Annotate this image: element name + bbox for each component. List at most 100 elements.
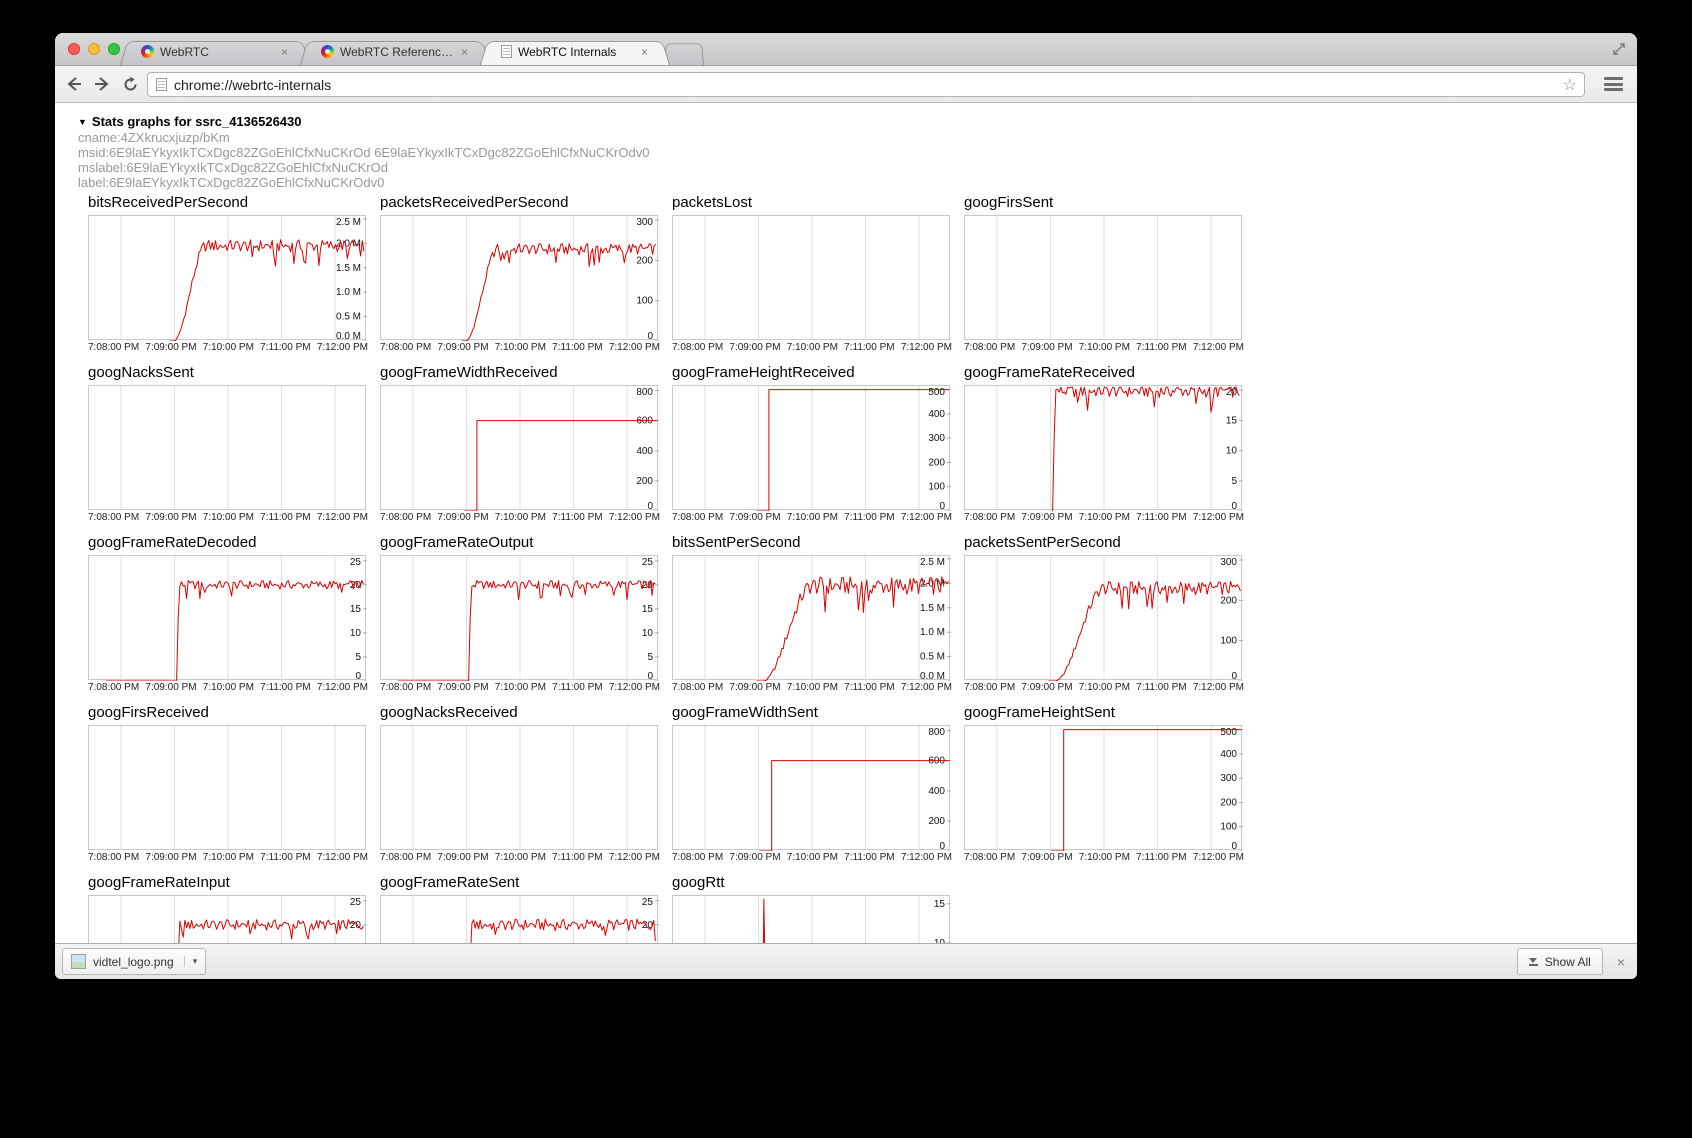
x-axis-tick-label: 7:10:00 PM [495, 852, 546, 863]
x-axis-tick-label: 7:12:00 PM [901, 852, 952, 863]
webrtc-favicon [321, 45, 334, 58]
chart-title: googNacksSent [88, 364, 380, 382]
svg-text:25: 25 [642, 557, 654, 568]
svg-text:600: 600 [636, 416, 653, 427]
chrome-menu-icon[interactable] [1604, 77, 1623, 91]
svg-text:15: 15 [350, 604, 362, 615]
chart-canvas: 20151050 [964, 385, 1242, 510]
x-axis-tick-label: 7:10:00 PM [203, 342, 254, 353]
download-arrow-icon [1529, 958, 1538, 966]
x-axis-tick-label: 7:08:00 PM [964, 682, 1015, 693]
svg-text:0: 0 [647, 671, 653, 681]
svg-text:0.0 M: 0.0 M [336, 331, 361, 341]
svg-text:0: 0 [647, 331, 653, 341]
tab-close-icon[interactable]: × [280, 46, 289, 58]
svg-text:1.5 M: 1.5 M [920, 603, 945, 614]
svg-text:200: 200 [636, 255, 653, 266]
x-axis-tick-label: 7:08:00 PM [964, 512, 1015, 523]
svg-text:300: 300 [1220, 557, 1237, 568]
x-axis-tick-label: 7:10:00 PM [203, 512, 254, 523]
chart-canvas [88, 385, 366, 510]
zoom-window-button[interactable] [108, 43, 120, 55]
x-axis-labels: 7:08:00 PM7:09:00 PM7:10:00 PM7:11:00 PM… [672, 852, 952, 863]
x-axis-tick-label: 7:09:00 PM [1021, 342, 1072, 353]
svg-text:100: 100 [1220, 822, 1237, 833]
webrtc-favicon [141, 45, 154, 58]
x-axis-tick-label: 7:10:00 PM [495, 342, 546, 353]
stats-title: Stats graphs for ssrc_4136526430 [92, 114, 302, 129]
x-axis-tick-label: 7:10:00 PM [1079, 852, 1130, 863]
back-button[interactable] [63, 73, 85, 95]
x-axis-tick-label: 7:10:00 PM [787, 512, 838, 523]
svg-text:200: 200 [1220, 595, 1237, 606]
x-axis-tick-label: 7:08:00 PM [672, 682, 723, 693]
x-axis-tick-label: 7:12:00 PM [317, 682, 368, 693]
tab-webrtc[interactable]: WebRTC × [127, 38, 303, 65]
x-axis-tick-label: 7:11:00 PM [260, 512, 310, 523]
chart-title: googNacksReceived [380, 704, 672, 722]
x-axis-tick-label: 7:12:00 PM [609, 682, 660, 693]
charts-grid: bitsReceivedPerSecond 2.5 M2.0 M1.5 M1.0… [55, 194, 1637, 943]
chart-canvas: 3002001000 [964, 555, 1242, 680]
close-window-button[interactable] [68, 43, 80, 55]
chart-googFrameRateSent: googFrameRateSent 2520151050 7:08:00 PM7… [380, 874, 672, 943]
svg-text:300: 300 [1220, 773, 1237, 784]
chart-googRtt: googRtt 151050 7:08:00 PM7:09:00 PM7:10:… [672, 874, 964, 943]
minimize-window-button[interactable] [88, 43, 100, 55]
reload-button[interactable] [119, 73, 141, 95]
chart-googFirsReceived: googFirsReceived 7:08:00 PM7:09:00 PM7:1… [88, 704, 380, 863]
svg-text:0: 0 [647, 501, 653, 511]
tab-webrtc-internals[interactable]: WebRTC Internals × [487, 38, 663, 65]
chart-title: googFrameRateSent [380, 874, 672, 892]
chart-title: googFrameHeightReceived [672, 364, 964, 382]
x-axis-tick-label: 7:09:00 PM [437, 682, 488, 693]
tab-webrtc-reference-app[interactable]: WebRTC Reference App × [307, 38, 483, 65]
x-axis-tick-label: 7:11:00 PM [844, 682, 894, 693]
x-axis-tick-label: 7:09:00 PM [1021, 512, 1072, 523]
x-axis-tick-label: 7:08:00 PM [380, 682, 431, 693]
url-text[interactable]: chrome://webrtc-internals [174, 77, 331, 93]
x-axis-tick-label: 7:09:00 PM [437, 852, 488, 863]
downloads-bar-right: Show All × [1517, 948, 1625, 975]
bookmark-star-icon[interactable]: ☆ [1563, 75, 1577, 95]
chart-canvas: 2520151050 [88, 555, 366, 680]
x-axis-tick-label: 7:11:00 PM [844, 512, 894, 523]
x-axis-tick-label: 7:09:00 PM [437, 342, 488, 353]
svg-text:0.5 M: 0.5 M [920, 652, 945, 663]
x-axis-tick-label: 7:12:00 PM [317, 512, 368, 523]
svg-text:25: 25 [350, 557, 362, 568]
downloads-close-icon[interactable]: × [1617, 955, 1625, 969]
chart-title: googFrameRateReceived [964, 364, 1256, 382]
forward-button[interactable] [91, 73, 113, 95]
ssrc-mslabel: mslabel:6E9laEYkyxIkTCxDgc82ZGoEhlCfxNuC… [78, 160, 1637, 175]
x-axis-labels: 7:08:00 PM7:09:00 PM7:10:00 PM7:11:00 PM… [88, 512, 368, 523]
tab-close-icon[interactable]: × [640, 46, 649, 58]
fullscreen-icon[interactable] [1611, 41, 1627, 57]
x-axis-tick-label: 7:09:00 PM [1021, 852, 1072, 863]
svg-text:0: 0 [939, 841, 945, 851]
chart-title: packetsSentPerSecond [964, 534, 1256, 552]
chart-title: packetsReceivedPerSecond [380, 194, 672, 212]
download-dropdown-icon[interactable]: ▾ [184, 956, 198, 967]
chart-title: bitsReceivedPerSecond [88, 194, 380, 212]
chart-title: googFrameRateDecoded [88, 534, 380, 552]
download-item[interactable]: vidtel_logo.png ▾ [62, 948, 206, 975]
chart-canvas: 3002001000 [380, 215, 658, 340]
collapse-triangle-icon[interactable]: ▼ [78, 117, 87, 127]
tab-label: WebRTC [160, 45, 274, 59]
downloads-bar: vidtel_logo.png ▾ Show All × [55, 943, 1637, 979]
address-bar[interactable]: chrome://webrtc-internals ☆ [147, 72, 1585, 97]
svg-text:100: 100 [1220, 636, 1237, 647]
x-axis-tick-label: 7:12:00 PM [317, 342, 368, 353]
x-axis-tick-label: 7:10:00 PM [203, 852, 254, 863]
x-axis-tick-label: 7:11:00 PM [552, 512, 602, 523]
x-axis-tick-label: 7:12:00 PM [317, 852, 368, 863]
svg-text:0.5 M: 0.5 M [336, 312, 361, 323]
stats-section-header[interactable]: ▼ Stats graphs for ssrc_4136526430 [78, 113, 1637, 130]
show-all-button[interactable]: Show All [1517, 948, 1603, 975]
new-tab-button[interactable] [669, 41, 699, 65]
x-axis-labels: 7:08:00 PM7:09:00 PM7:10:00 PM7:11:00 PM… [672, 682, 952, 693]
chart-canvas: 2520151050 [380, 555, 658, 680]
tab-close-icon[interactable]: × [460, 46, 469, 58]
x-axis-tick-label: 7:11:00 PM [260, 852, 310, 863]
